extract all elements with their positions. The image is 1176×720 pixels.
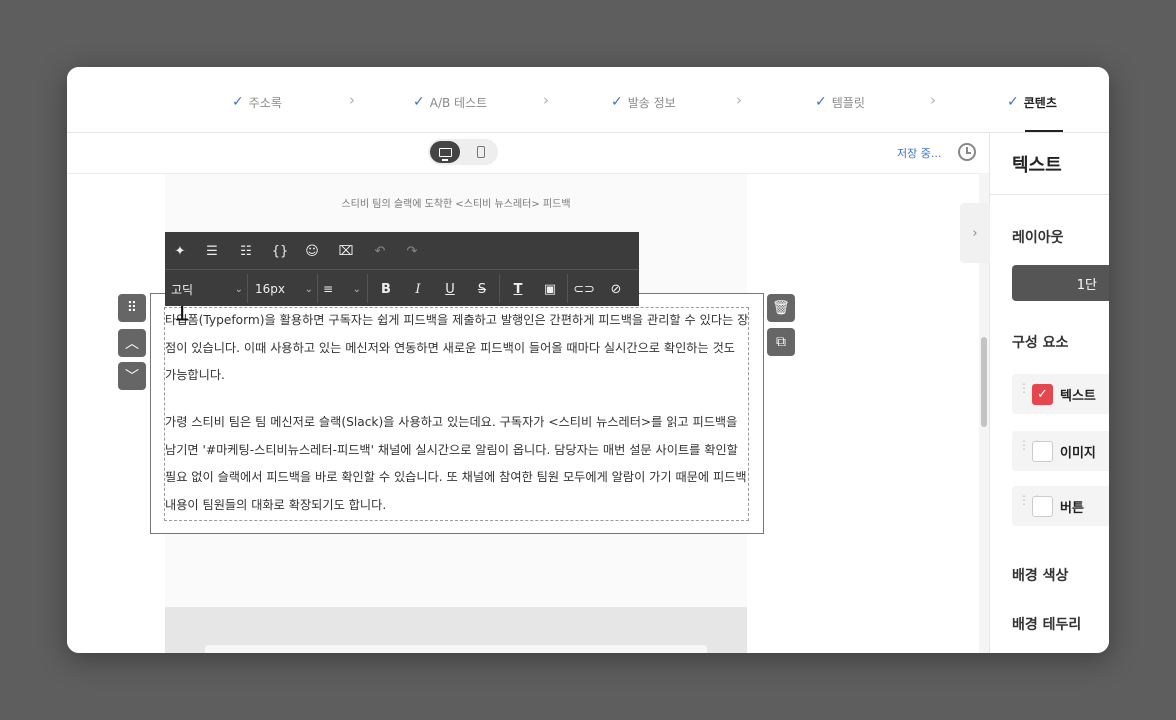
- layout-option-button[interactable]: 1단: [1012, 265, 1109, 301]
- component-item-text[interactable]: ⋮⋮ ✓ 텍스트: [1012, 374, 1109, 414]
- text-box-icon[interactable]: ▣: [539, 278, 561, 300]
- text-paragraph[interactable]: 가령 스티비 팀은 팀 메신저로 슬랙(Slack)을 사용하고 있는데요. 구…: [165, 409, 749, 519]
- text-format-toolbar: ✦ ☰ ☷ {} ☺ ⌧ ↶ ↷ 고딕 ⌄ 16px ⌄ ≡ ⌄ B I U S…: [165, 232, 639, 306]
- align-left-icon: ≡: [323, 282, 334, 296]
- undo-icon[interactable]: ↶: [369, 240, 391, 262]
- editor-window: ✓ 주소록 › ✓ A/B 테스트 › ✓ 발송 정보 › ✓ 템플릿 › ✓ …: [67, 67, 1109, 653]
- link-icon[interactable]: ⊂⊃: [573, 278, 595, 300]
- step-ab-test[interactable]: ✓ A/B 테스트: [413, 92, 487, 112]
- text-color-button[interactable]: T: [507, 278, 529, 300]
- check-icon: ✓: [815, 94, 827, 110]
- ordered-list-icon[interactable]: ☰: [201, 240, 223, 262]
- toolbar-divider: [317, 274, 318, 303]
- check-icon: ✓: [413, 94, 425, 110]
- component-checkbox[interactable]: [1032, 496, 1053, 517]
- component-label: 텍스트: [1060, 389, 1096, 404]
- duplicate-icon[interactable]: ⧉: [767, 328, 795, 356]
- emoji-icon[interactable]: ☺: [301, 240, 323, 262]
- step-content[interactable]: ✓ 콘텐츠: [1007, 92, 1057, 112]
- desktop-view-button[interactable]: [430, 141, 460, 163]
- toolbar-divider: [499, 274, 500, 303]
- clear-format-icon[interactable]: ⌧: [335, 240, 357, 262]
- step-label: A/B 테스트: [429, 95, 488, 110]
- toolbar-divider: [247, 274, 248, 303]
- component-item-button[interactable]: ⋮⋮ 버튼: [1012, 486, 1109, 526]
- scrollbar-thumb[interactable]: [981, 337, 987, 427]
- step-label: 템플릿: [831, 95, 865, 110]
- font-family-value: 고딕: [171, 282, 194, 297]
- chevron-right-icon: ›: [349, 91, 355, 109]
- layout-label: 레이아웃: [1012, 230, 1064, 246]
- chevron-right-icon: ›: [736, 91, 742, 109]
- panel-collapse-button[interactable]: ›: [960, 203, 990, 263]
- font-size-value: 16px: [255, 282, 285, 296]
- step-send-info[interactable]: ✓ 발송 정보: [611, 92, 676, 112]
- panel-divider: [989, 194, 1109, 195]
- canvas-divider: [67, 173, 989, 174]
- components-label: 구성 요소: [1012, 335, 1069, 351]
- panel-title: 텍스트: [1012, 155, 1062, 176]
- chevron-right-icon: ›: [543, 91, 549, 109]
- email-preheader: 스티비 팀의 슬랙에 도착한 <스티비 뉴스레터> 피드백: [341, 199, 571, 210]
- check-icon: ✓: [232, 94, 244, 110]
- text-paragraph[interactable]: 타입폼(Typeform)을 활용하면 구독자는 쉽게 피드백을 제출하고 발행…: [165, 307, 749, 390]
- underline-button[interactable]: U: [439, 278, 461, 300]
- strikethrough-button[interactable]: S: [471, 278, 493, 300]
- move-up-button[interactable]: ︿: [118, 329, 146, 357]
- step-label: 발송 정보: [627, 95, 676, 110]
- bullet-list-icon[interactable]: ☷: [235, 240, 257, 262]
- check-icon: ✓: [1007, 94, 1019, 110]
- drag-handle-icon[interactable]: ⠿: [118, 294, 146, 322]
- align-select[interactable]: ≡ ⌄: [323, 278, 365, 300]
- step-label: 주소록: [248, 95, 282, 110]
- chevron-right-icon: ›: [930, 91, 936, 109]
- chevron-down-icon: ⌄: [304, 283, 313, 295]
- history-icon[interactable]: [958, 143, 976, 161]
- background-color-label: 배경 색상: [1012, 568, 1069, 584]
- component-label: 이미지: [1060, 446, 1096, 461]
- step-address-book[interactable]: ✓ 주소록: [232, 92, 282, 112]
- step-navigation: ✓ 주소록 › ✓ A/B 테스트 › ✓ 발송 정보 › ✓ 템플릿 › ✓ …: [67, 67, 1109, 133]
- component-label: 버튼: [1060, 501, 1084, 516]
- move-down-button[interactable]: ﹀: [118, 362, 146, 390]
- mobile-view-button[interactable]: [466, 141, 496, 163]
- unlink-icon[interactable]: ⊘: [605, 278, 627, 300]
- font-family-select[interactable]: 고딕 ⌄: [171, 278, 247, 300]
- image-placeholder: [205, 645, 707, 653]
- chevron-down-icon: ⌄: [234, 283, 243, 295]
- chevron-down-icon: ⌄: [352, 283, 361, 295]
- toolbar-divider: [367, 274, 368, 303]
- step-template[interactable]: ✓ 템플릿: [815, 92, 865, 112]
- component-checkbox[interactable]: [1032, 441, 1053, 462]
- device-toggle: [428, 139, 498, 165]
- phone-icon: [477, 146, 485, 158]
- background-border-label: 배경 테두리: [1012, 617, 1082, 633]
- component-item-image[interactable]: ⋮⋮ 이미지: [1012, 431, 1109, 471]
- check-icon: ✓: [611, 94, 623, 110]
- bold-button[interactable]: B: [375, 278, 397, 300]
- font-size-select[interactable]: 16px ⌄: [255, 278, 317, 300]
- toolbar-row: 고딕 ⌄ 16px ⌄ ≡ ⌄ B I U S T ▣ ⊂⊃ ⊘: [165, 269, 639, 306]
- monitor-icon: [438, 147, 452, 161]
- toolbar-divider: [567, 274, 568, 303]
- active-step-indicator: [1025, 130, 1063, 132]
- sparkle-icon[interactable]: ✦: [169, 240, 191, 262]
- step-label: 콘텐츠: [1023, 95, 1057, 110]
- code-icon[interactable]: {}: [269, 240, 291, 262]
- delete-icon[interactable]: 🗑: [767, 294, 795, 322]
- toolbar-row: ✦ ☰ ☷ {} ☺ ⌧ ↶ ↷: [165, 232, 639, 269]
- component-checkbox[interactable]: ✓: [1032, 384, 1053, 405]
- layout-value: 1단: [1076, 277, 1097, 293]
- save-status: 저장 중...: [897, 147, 942, 160]
- redo-icon[interactable]: ↷: [401, 240, 423, 262]
- italic-button[interactable]: I: [407, 278, 429, 300]
